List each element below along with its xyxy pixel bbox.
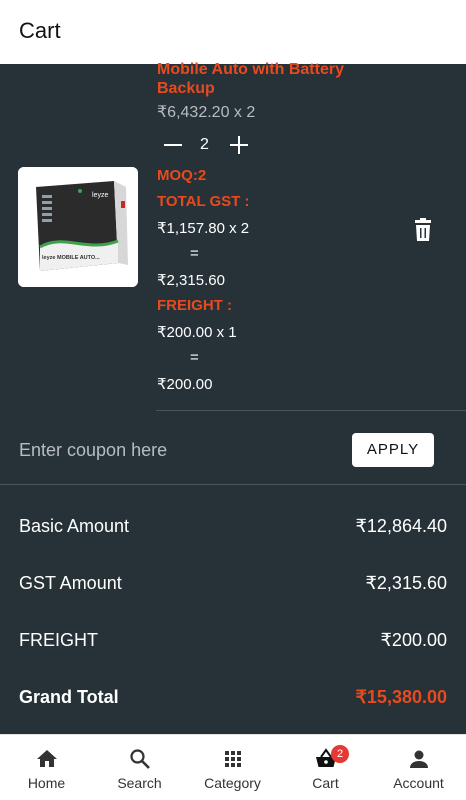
decrease-quantity-button[interactable] [164, 144, 182, 146]
grand-total-label: Grand Total [19, 687, 119, 707]
grand-total-value: ₹15,380.00 [355, 687, 447, 707]
cart-count-badge: 2 [331, 745, 349, 763]
unit-price: ₹6,432.20 x 2 [157, 104, 256, 121]
freight-equals: = [190, 349, 199, 366]
thumb-brand: leyze [92, 192, 108, 199]
quantity-stepper: 2 [157, 132, 257, 158]
freight-total: ₹200.00 [157, 376, 213, 393]
moq-label: MOQ:2 [157, 167, 207, 184]
gst-amount-value: ₹2,315.60 [365, 573, 447, 593]
nav-search[interactable]: Search [93, 735, 186, 800]
nav-home-label: Home [27, 775, 66, 791]
trash-icon [415, 218, 431, 241]
coupon-divider [0, 484, 466, 485]
nav-category-label: Category [204, 775, 261, 791]
search-icon [130, 749, 150, 769]
quantity-value: 2 [200, 136, 209, 153]
nav-home[interactable]: Home [0, 735, 93, 800]
person-icon [410, 750, 428, 768]
coupon-input[interactable] [19, 438, 319, 462]
nav-cart[interactable]: 2 Cart [279, 735, 372, 800]
gst-amount-label: GST Amount [19, 573, 122, 593]
gst-calculation: ₹1,157.80 x 2 [157, 220, 250, 237]
bottom-navigation: Home Search Category 2 Cart Account [0, 734, 466, 800]
basic-amount-label: Basic Amount [19, 516, 130, 536]
app-bar: Cart [0, 0, 466, 64]
freight-calculation: ₹200.00 x 1 [157, 324, 237, 341]
freight-summary-label: FREIGHT [19, 630, 98, 650]
nav-cart-label: Cart [312, 775, 339, 791]
product-title[interactable]: Mobile Auto with Battery Backup [157, 60, 357, 98]
gst-equals: = [190, 245, 199, 262]
gst-label: TOTAL GST : [157, 193, 250, 210]
product-box-illustration: leyze leyze MOBILE AUTO... [18, 167, 138, 287]
thumb-label: leyze MOBILE AUTO... [42, 255, 100, 261]
basic-amount-value: ₹12,864.40 [355, 516, 447, 536]
freight-summary-value: ₹200.00 [380, 630, 447, 650]
nav-search-label: Search [117, 775, 162, 791]
grid-icon [225, 751, 241, 767]
item-divider [156, 410, 466, 411]
increase-quantity-button[interactable] [230, 136, 248, 154]
freight-label: FREIGHT : [157, 297, 232, 314]
gst-total: ₹2,315.60 [157, 272, 225, 289]
apply-coupon-button[interactable]: APPLY [352, 433, 434, 467]
nav-account-label: Account [393, 775, 444, 791]
page-title: Cart [19, 18, 61, 43]
nav-account[interactable]: Account [372, 735, 465, 800]
home-icon [37, 750, 57, 767]
product-image[interactable]: leyze leyze MOBILE AUTO... [18, 167, 138, 287]
delete-item-button[interactable] [412, 218, 434, 242]
nav-category[interactable]: Category [186, 735, 279, 800]
